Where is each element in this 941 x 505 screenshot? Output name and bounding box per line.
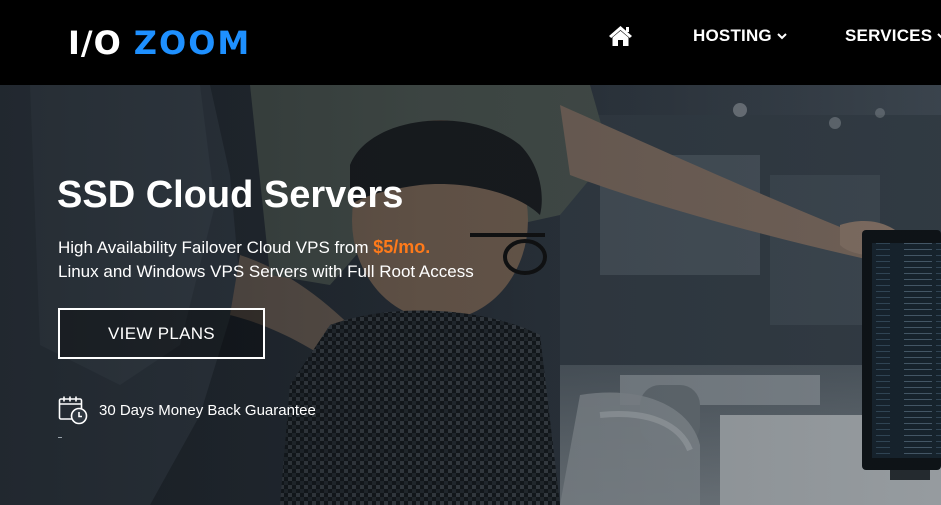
nav-services-label: SERVICES	[845, 26, 933, 45]
hero-title: SSD Cloud Servers	[57, 174, 404, 216]
nav-services-menu[interactable]: SERVICES	[845, 26, 941, 46]
calendar-clock-icon	[58, 396, 88, 425]
money-back-guarantee: 30 Days Money Back Guarantee	[58, 395, 316, 425]
chevron-down-icon	[776, 31, 788, 41]
nav-hosting-menu[interactable]: HOSTING	[693, 26, 788, 46]
nav-home-link[interactable]	[608, 25, 633, 47]
page: I/O ZOOM HOSTING SERVICES SSD Cloud Serv…	[0, 0, 941, 505]
top-navbar: I/O ZOOM HOSTING SERVICES	[0, 0, 941, 85]
chevron-down-icon	[936, 31, 941, 41]
hero-subtitle-line2: Linux and Windows VPS Servers with Full …	[58, 262, 474, 281]
price-highlight: $5/mo.	[373, 237, 431, 257]
hero-subtitle-line1: High Availability Failover Cloud VPS fro…	[58, 236, 430, 259]
guarantee-text: 30 Days Money Back Guarantee	[99, 401, 316, 419]
brand-logo[interactable]: I/O ZOOM	[68, 24, 251, 62]
hero-subtitle-prefix: High Availability Failover Cloud VPS fro…	[58, 238, 374, 257]
logo-io-text: I/O	[68, 24, 122, 62]
view-plans-button[interactable]: VIEW PLANS	[58, 308, 265, 359]
hero-section: SSD Cloud Servers High Availability Fail…	[0, 85, 941, 505]
nav-hosting-label: HOSTING	[693, 26, 772, 45]
hero-dark-overlay	[0, 85, 941, 505]
home-icon	[609, 26, 632, 46]
decorative-dash	[58, 437, 62, 438]
logo-zoom-text: ZOOM	[133, 24, 252, 62]
